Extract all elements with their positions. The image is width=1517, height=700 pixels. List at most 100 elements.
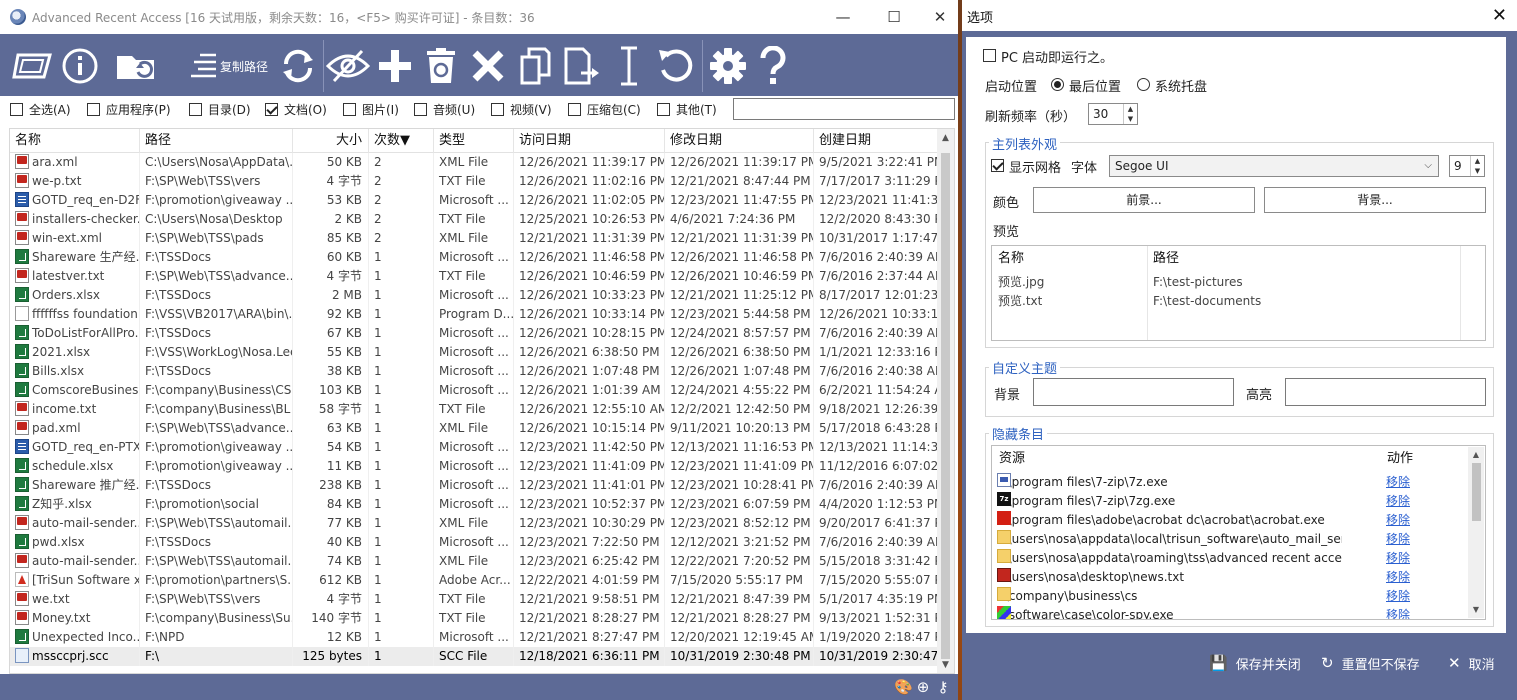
close-button[interactable]: ✕ [917,0,958,34]
minimize-button[interactable]: — [820,0,866,34]
text-cursor-icon[interactable] [608,44,650,88]
hidden-items-scrollbar[interactable]: ▲ ▼ [1468,447,1484,618]
add-icon[interactable] [374,44,416,88]
filter-other[interactable]: 其他(T) [657,101,717,118]
column-created[interactable]: 创建日期 [814,129,939,153]
table-row[interactable]: Z知乎.xlsx F:\promotion\social 84 KB 1 Microso… [10,495,939,514]
key-icon[interactable]: ⚷ [934,678,952,696]
table-row[interactable]: ToDoListForAllPro... F:\TSSDocs 67 KB 1 Micr… [10,324,939,343]
table-row[interactable]: Shareware 生产经... F:\TSSDocs 60 KB 1 Microsof… [10,248,939,267]
filter-docs-checkbox[interactable] [265,103,278,116]
remove-link[interactable]: 移除 [1386,473,1410,492]
filter-archives[interactable]: 压缩包(C) [568,101,641,118]
column-count[interactable]: 次数▼ [369,129,434,153]
table-row[interactable]: Money.txt F:\company\Business\Su... 140 字节… [10,609,939,628]
table-row[interactable]: schedule.xlsx F:\promotion\giveaway ... 11… [10,457,939,476]
globe-icon[interactable]: ⊕ [914,678,932,696]
refresh-stepper[interactable]: 30 ▲ ▼ [1088,103,1138,125]
info-icon[interactable] [58,44,102,88]
column-path[interactable]: 路径 [140,129,293,153]
remove-link[interactable]: 移除 [1386,587,1410,606]
show-grid-checkbox[interactable] [991,159,1004,172]
table-row[interactable]: Shareware 推广经... F:\TSSDocs 238 KB 1 Microso… [10,476,939,495]
filter-video[interactable]: 视频(V) [491,101,552,118]
table-row[interactable]: 2021.xlsx F:\VSS\WorkLog\Nosa.Lee 55 KB 1 Mi… [10,343,939,362]
table-row[interactable]: installers-checker.... C:\Users\Nosa\Desk… [10,210,939,229]
table-row[interactable]: [TriSun Software x... F:\promotion\partne… [10,571,939,590]
filter-other-checkbox[interactable] [657,103,670,116]
help-icon[interactable] [752,44,794,88]
filter-audio-checkbox[interactable] [414,103,427,116]
start-tray-radio[interactable] [1137,78,1150,91]
font-select[interactable]: Segoe UI ⌵ [1109,155,1439,177]
cancel-button[interactable]: ✕ 取消 [1448,652,1495,674]
scrollbar-thumb[interactable] [1472,463,1481,521]
column-name[interactable]: 名称 [10,129,140,153]
table-row[interactable]: pad.xml F:\SP\Web\TSS\advance... 63 KB 1 XML… [10,419,939,438]
scroll-up-icon[interactable]: ▲ [937,131,954,145]
column-modified[interactable]: 修改日期 [665,129,814,153]
table-row[interactable]: ara.xml C:\Users\Nosa\AppData\... 50 KB 2 XM… [10,153,939,172]
font-size-stepper[interactable]: 9 ▲ ▼ [1449,155,1485,177]
settings-icon[interactable] [706,44,750,88]
copy-icon[interactable] [514,44,556,88]
export-icon[interactable] [560,44,604,88]
options-close-icon[interactable]: ✕ [1492,5,1507,26]
remove-link[interactable]: 移除 [1386,606,1410,619]
filter-dirs[interactable]: 目录(D) [189,101,251,118]
table-row[interactable]: win-ext.xml F:\SP\Web\TSS\pads 85 KB 2 XML F… [10,229,939,248]
table-row[interactable]: Bills.xlsx F:\TSSDocs 38 KB 1 Microsoft ... 1… [10,362,939,381]
filter-images-checkbox[interactable] [343,103,356,116]
remove-link[interactable]: 移除 [1386,530,1410,549]
filter-video-checkbox[interactable] [491,103,504,116]
filter-apps-checkbox[interactable] [87,103,100,116]
delete-icon[interactable] [467,44,509,88]
table-row[interactable]: auto-mail-sender... F:\SP\Web\TSS\automai… [10,514,939,533]
save-close-button[interactable]: 💾 保存并关闭 [1209,652,1301,674]
run-on-startup-checkbox[interactable] [983,49,996,62]
table-row[interactable]: Unexpected Inco... F:\NPD 12 KB 1 Microsoft … [10,628,939,647]
scroll-up-icon[interactable]: ▲ [1468,448,1484,462]
folder-open-icon[interactable] [112,44,162,88]
column-type[interactable]: 类型 [434,129,514,153]
recycle-icon[interactable] [420,44,462,88]
table-row[interactable]: mssccprj.scc F:\ 125 bytes 1 SCC File 12/18/2… [10,647,939,666]
stepper-arrows-icon[interactable]: ▲ ▼ [1123,104,1137,124]
table-row[interactable]: auto-mail-sender... F:\SP\Web\TSS\automai… [10,552,939,571]
palette-icon[interactable]: 🎨 [894,678,913,696]
column-accessed[interactable]: 访问日期 [514,129,665,153]
remove-link[interactable]: 移除 [1386,511,1410,530]
remove-link[interactable]: 移除 [1386,492,1410,511]
table-row[interactable]: ffffffss foundation ... F:\VSS\VB2017\ARA… [10,305,939,324]
filter-archives-checkbox[interactable] [568,103,581,116]
filter-dirs-checkbox[interactable] [189,103,202,116]
filter-audio[interactable]: 音频(U) [414,101,475,118]
filter-docs[interactable]: 文档(O) [265,101,327,118]
reset-nosave-button[interactable]: ↻ 重置但不保存 [1321,652,1420,674]
vertical-scrollbar[interactable]: ▲ ▼ [937,129,954,673]
theme-hl-input[interactable] [1285,378,1486,406]
scrollbar-thumb[interactable] [941,153,950,659]
table-row[interactable]: we-p.txt F:\SP\Web\TSS\vers 4 字节 2 TXT File 1… [10,172,939,191]
table-row[interactable]: we.txt F:\SP\Web\TSS\vers 4 字节 1 TXT File 12/… [10,590,939,609]
table-row[interactable]: latestver.txt F:\SP\Web\TSS\advance... 4 字… [10,267,939,286]
filter-all-checkbox[interactable] [10,103,23,116]
table-row[interactable]: GOTD_req_en-D2F... F:\promotion\giveaway … [10,191,939,210]
table-row[interactable]: ComscoreBusines... F:\company\Business\CS… [10,381,939,400]
foreground-button[interactable]: 前景... [1033,187,1255,213]
filter-all[interactable]: 全选(A) [10,101,71,118]
scroll-down-icon[interactable]: ▼ [937,658,954,672]
window-icon[interactable] [10,44,54,88]
filter-images[interactable]: 图片(I) [343,101,399,118]
search-input[interactable] [733,98,955,120]
table-row[interactable]: income.txt F:\company\Business\BL 58 字节 1 TX… [10,400,939,419]
filter-apps[interactable]: 应用程序(P) [87,101,171,118]
start-last-radio[interactable] [1051,78,1064,91]
scroll-down-icon[interactable]: ▼ [1468,603,1484,617]
reset-icon[interactable] [654,44,698,88]
stepper-arrows-icon[interactable]: ▲ ▼ [1470,156,1484,176]
remove-link[interactable]: 移除 [1386,549,1410,568]
table-row[interactable]: GOTD_req_en-PTX... F:\promotion\giveaway … [10,438,939,457]
table-row[interactable]: pwd.xlsx F:\TSSDocs 40 KB 1 Microsoft ... 12/… [10,533,939,552]
table-row[interactable]: Orders.xlsx F:\TSSDocs 2 MB 1 Microsoft ... 1… [10,286,939,305]
